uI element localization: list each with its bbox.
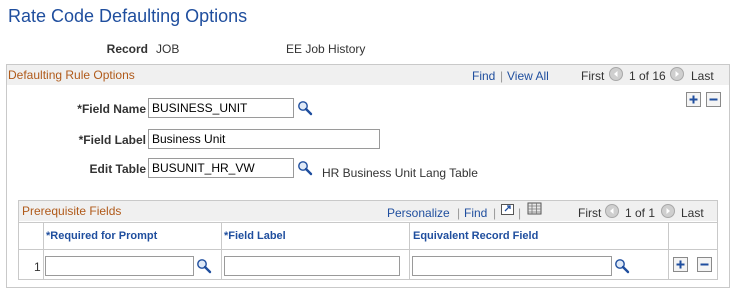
column-header-equivalent-record-field[interactable]: Equivalent Record Field (413, 230, 538, 242)
required-for-prompt-input[interactable] (45, 256, 194, 276)
record-value: JOB (156, 42, 180, 56)
last-text: Last (691, 69, 714, 83)
nav-separator: | (457, 206, 461, 220)
nav-separator: | (518, 206, 522, 220)
download-icon[interactable] (527, 202, 543, 216)
field-label-label: *Field Label (78, 133, 146, 147)
record-label: Record (106, 42, 148, 56)
prerequisite-title: Prerequisite Fields (22, 204, 122, 218)
nav-separator: | (493, 206, 497, 220)
record-description: EE Job History (286, 42, 366, 56)
grid-prev-arrow-icon[interactable] (605, 204, 619, 218)
edit-table-description: HR Business Unit Lang Table (322, 166, 478, 180)
column-header-field-label[interactable]: *Field Label (224, 230, 286, 242)
add-row-button[interactable] (686, 92, 701, 107)
edit-table-label: Edit Table (89, 162, 146, 176)
grid-last-text: Last (681, 206, 704, 220)
grid-first-text: First (578, 206, 602, 220)
grid-add-row-button[interactable] (673, 257, 688, 272)
grid-find-link[interactable]: Find (464, 206, 487, 220)
field-label-input[interactable] (148, 129, 380, 149)
nav-separator: | (500, 69, 504, 83)
prev-arrow-icon[interactable] (609, 67, 623, 81)
edit-table-input[interactable] (148, 158, 294, 178)
grid-divider (19, 222, 717, 223)
delete-row-button[interactable] (706, 92, 721, 107)
grid-counter: 1 of 1 (625, 206, 656, 220)
grid-column-divider (43, 222, 44, 279)
grid-column-divider (409, 222, 410, 279)
grid-delete-row-button[interactable] (697, 257, 712, 272)
row-number: 1 (34, 260, 41, 274)
grid-next-arrow-icon[interactable] (661, 204, 675, 218)
required-for-prompt-lookup-icon[interactable] (196, 258, 212, 274)
page-title: Rate Code Defaulting Options (8, 6, 248, 26)
view-all-link[interactable]: View All (507, 69, 549, 83)
equivalent-record-field-input[interactable] (412, 256, 612, 276)
find-link[interactable]: Find (472, 69, 495, 83)
field-name-lookup-icon[interactable] (297, 100, 313, 116)
first-text: First (581, 69, 605, 83)
column-header-required-for-prompt[interactable]: *Required for Prompt (46, 230, 157, 242)
defaulting-rule-title: Defaulting Rule Options (8, 68, 135, 82)
grid-divider (19, 249, 717, 250)
field-name-input[interactable] (148, 98, 294, 118)
record-counter: 1 of 16 (629, 69, 666, 83)
field-name-label: *Field Name (77, 102, 146, 116)
field-label-grid-input[interactable] (224, 256, 400, 276)
equivalent-record-field-lookup-icon[interactable] (614, 258, 630, 274)
grid-column-divider (668, 222, 669, 279)
next-arrow-icon[interactable] (670, 67, 684, 81)
grid-column-divider (221, 222, 222, 279)
edit-table-lookup-icon[interactable] (297, 160, 313, 176)
zoom-grid-icon[interactable] (500, 203, 516, 217)
personalize-link[interactable]: Personalize (387, 206, 450, 220)
